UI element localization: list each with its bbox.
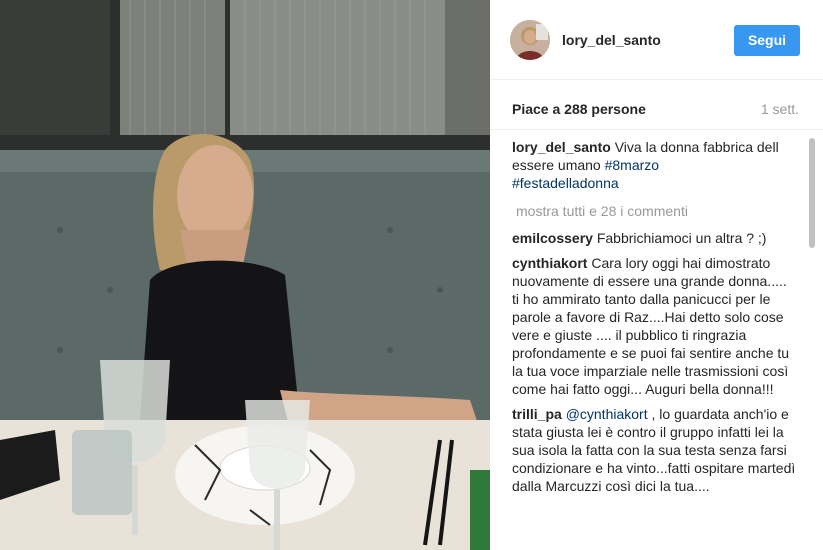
comment-text: Cara lory oggi hai dimostrato nuovamente…: [512, 255, 790, 397]
comments-scrollbar[interactable]: [808, 132, 816, 546]
author-avatar[interactable]: [510, 20, 550, 60]
comment-item: cynthiakort Cara lory oggi hai dimostrat…: [512, 254, 797, 398]
caption: lory_del_santo Viva la donna fabbrica de…: [512, 138, 797, 192]
caption-username-link[interactable]: lory_del_santo: [512, 139, 611, 155]
comments-section: lory_del_santo Viva la donna fabbrica de…: [490, 130, 823, 550]
mention-link[interactable]: @cynthiakort: [566, 406, 648, 422]
post-photo[interactable]: [0, 0, 490, 550]
comment-username-link[interactable]: cynthiakort: [512, 255, 587, 271]
comment-text: Fabbrichiamoci un altra ? ;): [592, 230, 767, 246]
comment-item: emilcossery Fabbrichiamoci un altra ? ;): [512, 229, 797, 247]
comments-list: lory_del_santo Viva la donna fabbrica de…: [512, 138, 797, 502]
comment-username-link[interactable]: trilli_pa: [512, 406, 562, 422]
post-header: lory_del_santo Segui: [490, 0, 823, 80]
view-all-comments-link[interactable]: mostra tutti e 28 i commenti: [516, 202, 797, 220]
follow-button[interactable]: Segui: [734, 25, 800, 56]
post-detail-panel: lory_del_santo Segui Piace a 288 persone…: [490, 0, 823, 550]
post-age[interactable]: 1 sett.: [761, 101, 799, 117]
scrollbar-thumb[interactable]: [809, 138, 815, 248]
author-username-link[interactable]: lory_del_santo: [562, 32, 661, 48]
hashtag-link[interactable]: #8marzo: [605, 157, 659, 173]
comment-username-link[interactable]: emilcossery: [512, 230, 593, 246]
avatar-image: [510, 20, 550, 60]
post-meta: Piace a 288 persone 1 sett.: [490, 80, 823, 130]
hashtag-link[interactable]: #festadelladonna: [512, 175, 619, 191]
likes-count[interactable]: Piace a 288 persone: [512, 101, 646, 117]
post-image: [0, 0, 490, 550]
comment-item: trilli_pa @cynthiakort , lo guardata anc…: [512, 405, 797, 495]
